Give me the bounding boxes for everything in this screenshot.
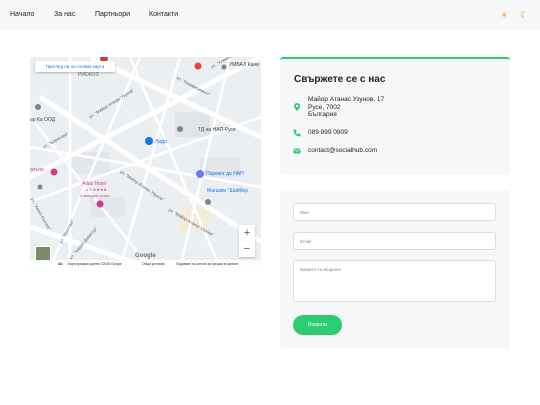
email-address[interactable]: contact@socialhub.com — [308, 147, 377, 155]
map-report-link[interactable]: Подаване на сигнал за грешка в картата — [176, 262, 238, 266]
map-terms-link[interactable]: Общи условия — [142, 262, 164, 266]
moon-icon[interactable]: ☾ — [518, 9, 530, 21]
sun-icon[interactable]: ☀ — [498, 9, 510, 21]
map-label-riokoz: РИОКОЗ — [78, 72, 99, 78]
map-label-nap: ТД на НАП-Русе — [198, 127, 236, 133]
contact-title: Свържете се с нас — [294, 74, 386, 85]
phone-number[interactable]: 089 999 0909 — [308, 129, 348, 137]
map-label-hotel-type: 3-звезден хотел — [80, 193, 110, 198]
nav-home-link[interactable]: Начало — [10, 11, 34, 18]
map-label-parking: Паркинг до НАП — [206, 171, 244, 177]
submit-button[interactable]: Изпрати — [293, 315, 342, 335]
map-label-hotel-rating: 4.2 ★★★★ — [86, 187, 108, 192]
nav-partners-link[interactable]: Партньори — [95, 11, 130, 18]
address-line: Русе, 7002 — [308, 103, 341, 111]
address-line: България — [308, 111, 337, 118]
map-label-shop: Магазин "Шайбер — [207, 188, 248, 194]
map-label-uimbal: УМБАЛ Кани — [229, 62, 259, 68]
google-map[interactable]: Преглед на по-голяма карта УМБАЛ Кани РИ… — [30, 57, 261, 268]
map-label-lidl: Лидл — [155, 139, 167, 145]
map-zoom-out-button[interactable]: − — [239, 241, 255, 257]
map-label-bochko: ачъор — [30, 167, 44, 173]
top-navbar: Начало За нас Партньори Контакти ☀ ☾ — [0, 0, 540, 30]
email-icon — [293, 147, 301, 155]
address-block: Майор Атанас Узунов, 17 Русе, 7002 Бълга… — [308, 96, 384, 119]
nav-contacts-link[interactable]: Контакти — [149, 11, 178, 18]
location-icon — [293, 103, 301, 111]
contact-form-card: Име Email Вашето съобщение Изпрати — [280, 190, 510, 348]
map-label-ka-ood: ар Ка ООД — [30, 117, 56, 123]
phone-icon — [293, 129, 301, 137]
nav-about-link[interactable]: За нас — [54, 11, 75, 18]
map-data-attribution[interactable]: Картографски данни ©2025 Google — [68, 262, 122, 266]
keyboard-icon[interactable]: ⌨ — [58, 262, 63, 266]
view-larger-map-link[interactable]: Преглед на по-голяма карта — [35, 61, 115, 72]
message-textarea[interactable]: Вашето съобщение — [293, 260, 496, 302]
email-input[interactable]: Email — [293, 232, 496, 250]
google-logo: Google — [135, 253, 156, 259]
name-input[interactable]: Име — [293, 203, 496, 221]
map-zoom-in-button[interactable]: + — [239, 225, 255, 241]
contact-info-card: Свържете се с нас Майор Атанас Узунов, 1… — [280, 57, 510, 175]
address-line: Майор Атанас Узунов, 17 — [308, 96, 385, 103]
